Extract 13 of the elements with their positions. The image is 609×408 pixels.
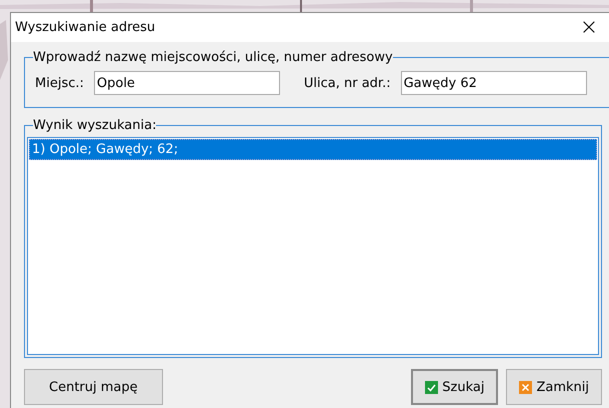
window-title: Wyszukiwanie adresu <box>15 20 156 35</box>
close-icon <box>519 380 532 394</box>
check-icon <box>425 380 438 394</box>
input-field[interactable]: Opole <box>94 71 280 95</box>
list-item[interactable]: 1) Opole; Gawędy; 62; <box>29 139 597 160</box>
group-title: Wprowadź nazwę miejscowości, ulicę, numer adresowy <box>33 50 393 65</box>
field-label: Miejsc.: <box>35 76 84 90</box>
center-map-button[interactable]: Centruj mapę <box>24 369 163 405</box>
input-field[interactable]: Gawędy 62 <box>400 71 587 95</box>
search-button[interactable]: Szukaj <box>411 369 498 405</box>
field-label: Ulica, nr adr.: <box>304 76 391 90</box>
close-dialog-button[interactable]: Zamknij <box>506 369 602 405</box>
group-title: Wynik wyszukania: <box>33 118 156 133</box>
